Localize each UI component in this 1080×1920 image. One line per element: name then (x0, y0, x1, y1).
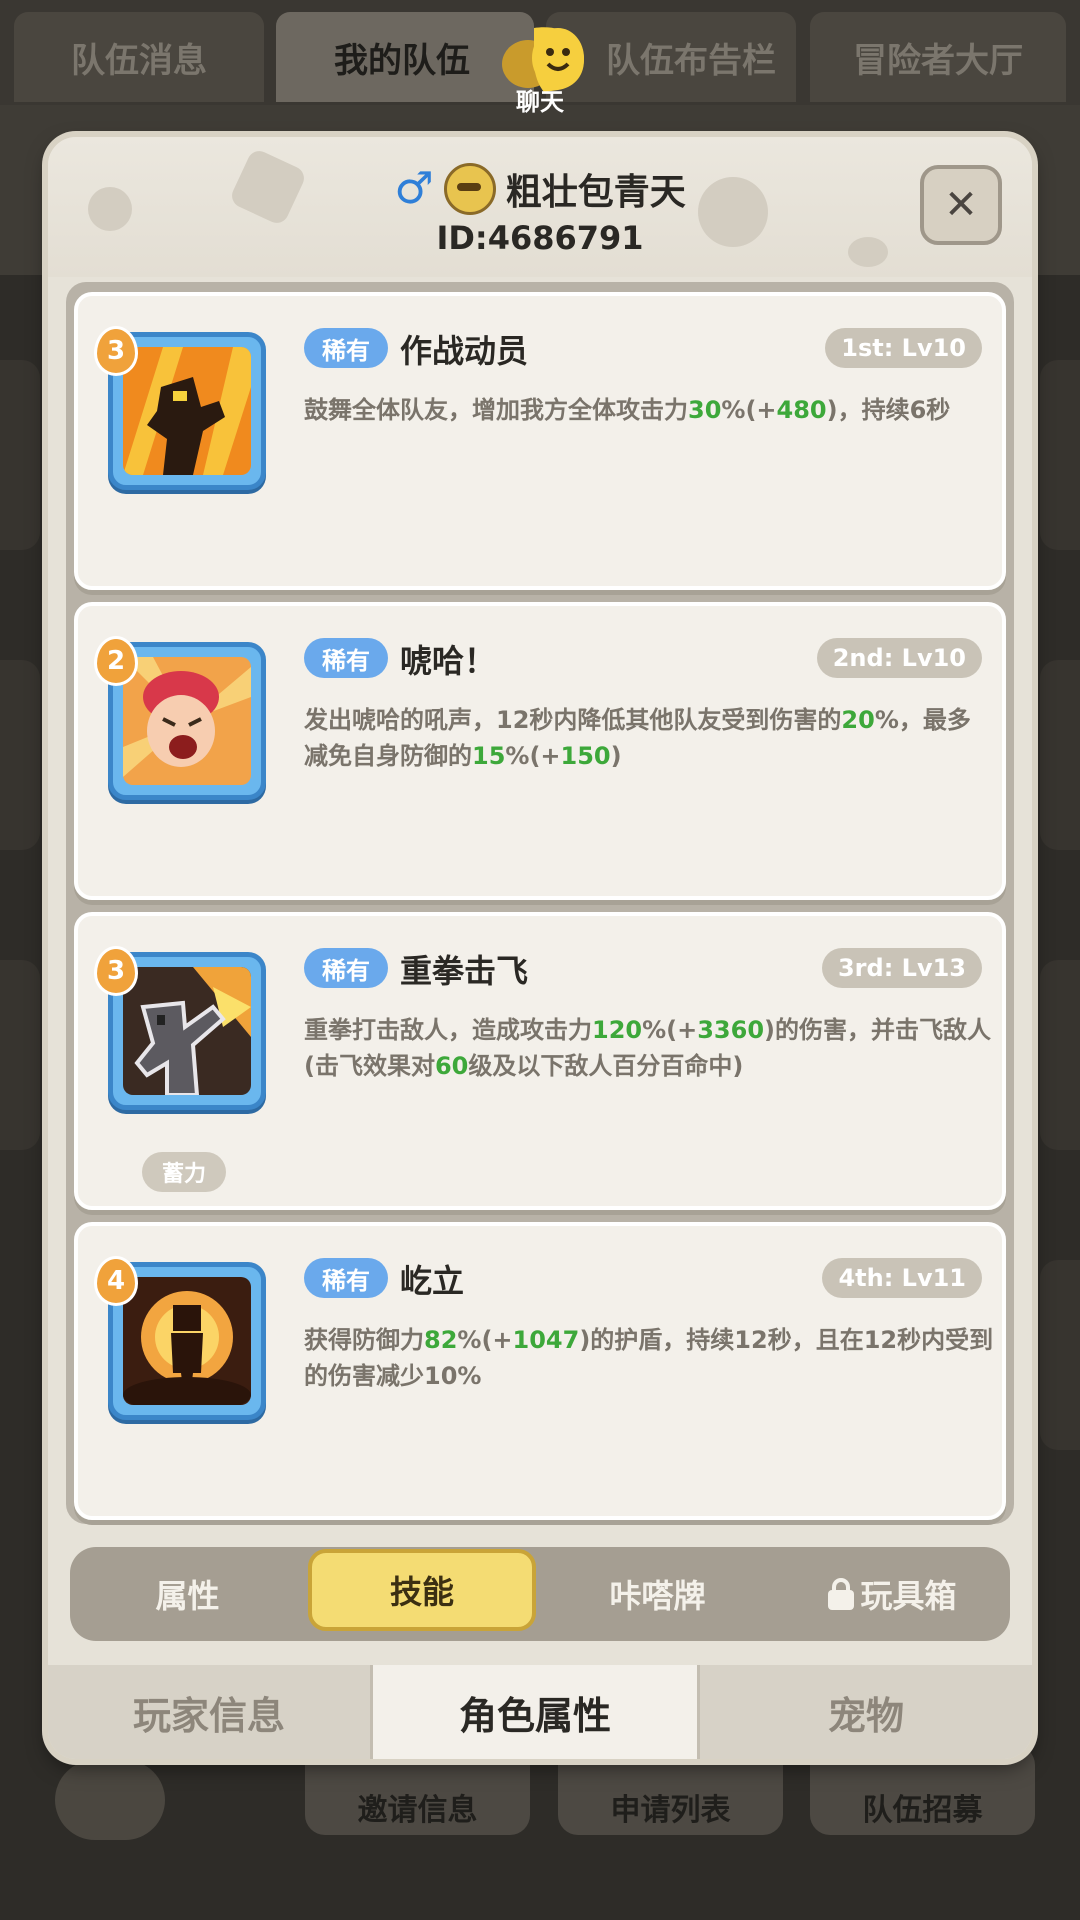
player-detail-dialog: ♂ 粗壮包青天 ID:4686791 ✕ 3 稀有 作战动员 1st: Lv10… (48, 137, 1032, 1759)
tab-team-messages[interactable]: 队伍消息 (14, 12, 264, 102)
close-button[interactable]: ✕ (920, 165, 1002, 245)
tab-pets[interactable]: 宠物 (700, 1665, 1032, 1759)
skill-card[interactable]: 3 稀有 重拳击飞 3rd: Lv13 重拳打击敌人，造成攻击力120%(+33… (74, 912, 1006, 1210)
rarity-badge: 稀有 (304, 948, 388, 988)
skill-description: 发出唬哈的吼声，12秒内降低其他队友受到伤害的20%，最多减免自身防御的15%(… (304, 706, 971, 770)
tab-character-attributes[interactable]: 角色属性 (373, 1665, 697, 1759)
shout-skill-icon (123, 657, 251, 785)
chat-label[interactable]: 聊天 (510, 82, 570, 117)
background-panel (0, 960, 40, 1150)
background-panel (1040, 1260, 1080, 1450)
skill-list[interactable]: 3 稀有 作战动员 1st: Lv10 鼓舞全体队友，增加我方全体攻击力30%(… (66, 282, 1014, 1524)
skill-level-badge: 4th: Lv11 (822, 1258, 982, 1298)
skill-name: 屹立 (400, 1262, 465, 1300)
charge-tag: 蓄力 (142, 1152, 226, 1192)
tab-adventurer-hall[interactable]: 冒险者大厅 (810, 12, 1066, 102)
skill-card[interactable]: 2 稀有 唬哈！ 2nd: Lv10 发出唬哈的吼声，12秒内降低其他队友受到伤… (74, 602, 1006, 900)
rally-skill-icon (123, 347, 251, 475)
bottom-tab-bar: 玩家信息 角色属性 宠物 (48, 1665, 1032, 1759)
skill-rank-badge: 2 (94, 636, 138, 686)
background-panel (1040, 960, 1080, 1150)
tab-skills[interactable]: 技能 (308, 1549, 536, 1631)
skill-level-badge: 2nd: Lv10 (816, 638, 982, 678)
stand-skill-icon (123, 1277, 251, 1405)
background-panel (1040, 360, 1080, 550)
rarity-badge: 稀有 (304, 328, 388, 368)
tab-kata-cards[interactable]: 咔嗒牌 (540, 1547, 775, 1641)
male-gender-icon: ♂ (394, 163, 434, 214)
skill-name: 唬哈！ (400, 642, 497, 680)
skill-description: 获得防御力82%(+1047)的护盾，持续12秒，且在12秒内受到的伤害减少10… (304, 1326, 994, 1390)
tab-toy-box-label: 玩具箱 (860, 1577, 957, 1615)
player-title: ♂ 粗壮包青天 (48, 163, 1032, 215)
player-name: 粗壮包青天 (505, 172, 686, 213)
skill-name: 重拳击飞 (400, 952, 529, 990)
background-panel (0, 360, 40, 550)
background-icon (55, 1760, 165, 1840)
player-id: ID:4686791 (436, 219, 644, 257)
skill-level-badge: 3rd: Lv13 (821, 948, 982, 988)
background-panel (0, 660, 40, 850)
punch-skill-icon (123, 967, 251, 1095)
skill-name: 作战动员 (400, 332, 529, 370)
sub-tab-bar: 属性 技能 咔嗒牌 玩具箱 (70, 1547, 1010, 1641)
skill-card[interactable]: 4 稀有 屹立 4th: Lv11 获得防御力82%(+1047)的护盾，持续1… (74, 1222, 1006, 1520)
rarity-badge: 稀有 (304, 638, 388, 678)
tab-attributes[interactable]: 属性 (70, 1547, 305, 1641)
skill-rank-badge: 3 (94, 946, 138, 996)
skill-level-badge: 1st: Lv10 (825, 328, 982, 368)
tab-player-info[interactable]: 玩家信息 (48, 1665, 370, 1759)
skill-description: 重拳打击敌人，造成攻击力120%(+3360)的伤害，并击飞敌人(击飞效果对60… (304, 1016, 991, 1080)
lock-icon (828, 1578, 855, 1610)
background-panel (1040, 660, 1080, 850)
skill-rank-badge: 3 (94, 326, 138, 376)
skill-card[interactable]: 3 稀有 作战动员 1st: Lv10 鼓舞全体队友，增加我方全体攻击力30%(… (74, 292, 1006, 590)
tab-toy-box[interactable]: 玩具箱 (775, 1547, 1010, 1641)
tab-my-team[interactable]: 我的队伍 (276, 12, 534, 102)
skill-description: 鼓舞全体队友，增加我方全体攻击力30%(+480)，持续6秒 (304, 396, 951, 424)
skill-rank-badge: 4 (94, 1256, 138, 1306)
rarity-badge: 稀有 (304, 1258, 388, 1298)
player-avatar-icon (443, 163, 496, 215)
